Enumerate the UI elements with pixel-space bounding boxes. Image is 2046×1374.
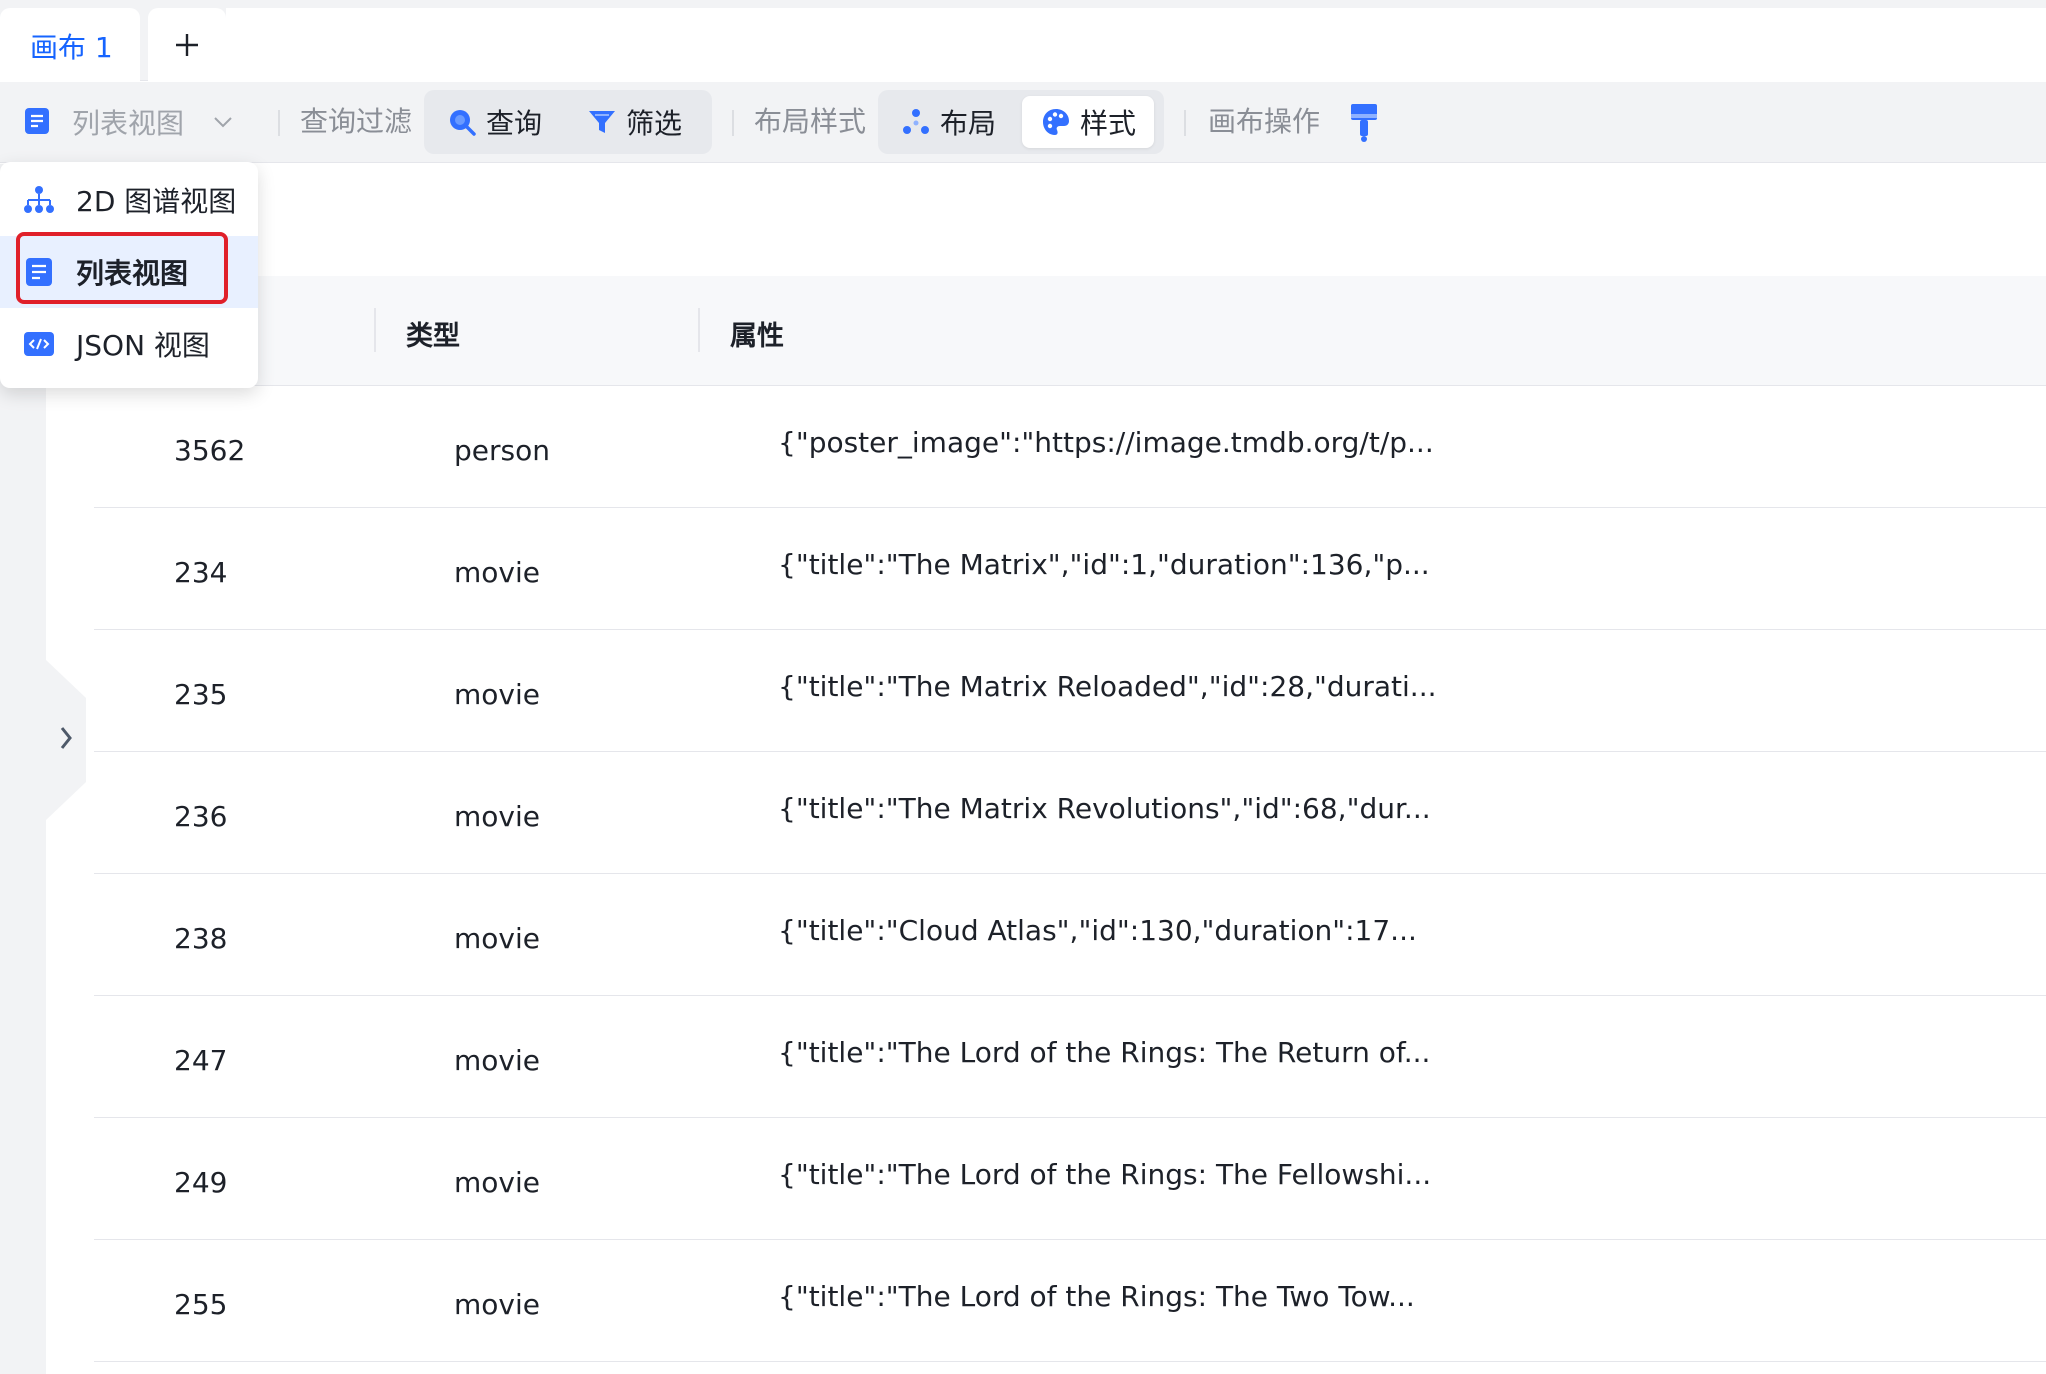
table-row[interactable]: 235 movie {"title":"The Matrix Reloaded"… [94,630,2046,752]
view-switcher-label: 列表视图 [72,107,185,140]
cell-type: movie [454,1044,540,1077]
cell-type: movie [454,800,540,833]
table-row[interactable]: 3562 person {"poster_image":"https://ima… [94,386,2046,508]
chevron-down-icon [214,117,232,128]
selection-highlight-box [16,232,228,304]
table-row[interactable]: 238 movie {"title":"Cloud Atlas","id":13… [94,874,2046,996]
plus-icon [176,33,198,56]
filter-funnel-icon [589,111,615,133]
cell-properties: {"poster_image":"https://image.tmdb.org/… [778,426,1434,459]
cell-type: movie [454,556,540,589]
layout-style-label: 布局样式 [754,105,867,138]
toolbar: 列表视图 查询过滤 查询 筛选 布局样式 布局 样式 画布操作 [0,82,2046,163]
menu-item-label: JSON 视图 [76,329,210,362]
column-header-properties: 属性 [730,321,784,352]
view-switcher[interactable]: 列表视图 [22,102,236,142]
menu-item-2d-graph-view[interactable]: 2D 图谱视图 [0,164,258,236]
table-row[interactable]: 249 movie {"title":"The Lord of the Ring… [94,1118,2046,1240]
query-button[interactable]: 查询 [428,96,560,148]
cell-id: 238 [174,922,228,955]
add-tab-button[interactable] [148,8,226,81]
filter-button[interactable]: 筛选 [568,96,700,148]
cell-id: 235 [174,678,228,711]
cell-id: 255 [174,1288,228,1321]
table-row[interactable]: 255 movie {"title":"The Lord of the Ring… [94,1240,2046,1362]
list-view-icon [25,108,49,134]
style-label: 样式 [1080,107,1137,140]
json-code-icon [24,332,54,356]
column-header-type: 类型 [406,321,460,352]
query-label: 查询 [486,107,543,140]
cell-id: 3562 [174,434,246,467]
menu-item-label: 2D 图谱视图 [76,185,237,218]
query-filter-label: 查询过滤 [300,105,413,138]
tab-canvas-1[interactable]: 画布 1 [0,8,140,82]
cell-properties: {"title":"Cloud Atlas","id":130,"duratio… [778,914,1417,947]
column-divider [698,308,700,352]
cell-type: person [454,434,550,467]
column-divider [374,308,376,352]
cell-type: movie [454,1166,540,1199]
table-header: 类型 属性 [46,276,2046,386]
layout-nodes-icon [903,109,929,134]
layout-style-group: 布局 样式 [878,90,1164,154]
cell-id: 247 [174,1044,228,1077]
graph-tree-icon [24,186,54,213]
divider [1184,110,1186,136]
cell-properties: {"title":"The Lord of the Rings: The Ret… [778,1036,1431,1069]
cell-properties: {"title":"The Matrix","id":1,"duration":… [778,548,1430,581]
cell-type: movie [454,922,540,955]
layout-label: 布局 [940,107,997,140]
palette-icon [1043,109,1069,135]
layout-button[interactable]: 布局 [882,96,1014,148]
tab-bar-empty [226,8,2046,81]
cell-properties: {"title":"The Matrix Revolutions","id":6… [778,792,1431,825]
table-row[interactable]: 236 movie {"title":"The Matrix Revolutio… [94,752,2046,874]
query-filter-group: 查询 筛选 [424,90,712,154]
cell-properties: {"title":"The Lord of the Rings: The Fel… [778,1158,1432,1191]
canvas-ops-label: 画布操作 [1208,105,1321,138]
menu-item-json-view[interactable]: JSON 视图 [0,308,258,380]
format-brush-icon[interactable] [1348,102,1380,144]
tab-bar: 画布 1 [0,0,2046,82]
search-icon [450,110,476,136]
cell-type: movie [454,678,540,711]
cell-properties: {"title":"The Lord of the Rings: The Two… [778,1280,1415,1313]
table-row[interactable]: 234 movie {"title":"The Matrix","id":1,"… [94,508,2046,630]
cell-id: 236 [174,800,228,833]
filter-label: 筛选 [626,107,683,140]
cell-properties: {"title":"The Matrix Reloaded","id":28,"… [778,670,1437,703]
cell-id: 234 [174,556,228,589]
table-row[interactable]: 247 movie {"title":"The Lord of the Ring… [94,996,2046,1118]
tab-label: 画布 1 [30,31,113,64]
cell-type: movie [454,1288,540,1321]
divider [278,110,280,136]
sidebar-expand-toggle[interactable] [46,660,86,820]
cell-id: 249 [174,1166,228,1199]
divider [732,110,734,136]
style-button[interactable]: 样式 [1022,96,1155,148]
